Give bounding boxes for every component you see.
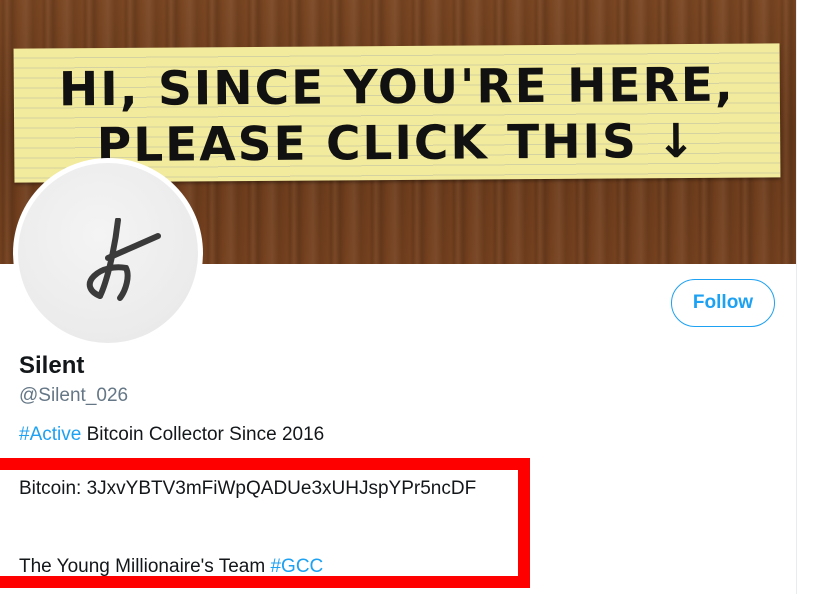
profile-page: HI, SINCE YOU'RE HERE, PLEASE CLICK THIS… bbox=[0, 0, 820, 594]
hashtag-active-link[interactable]: #Active bbox=[19, 424, 81, 445]
right-gutter bbox=[796, 0, 820, 594]
bio-line-3: The Young Millionaire's Team #GCC bbox=[19, 556, 323, 578]
follow-button[interactable]: Follow bbox=[671, 279, 775, 327]
bio-line-1-text: Bitcoin Collector Since 2016 bbox=[81, 424, 325, 445]
banner-text-line-1: HI, SINCE YOU'RE HERE, bbox=[58, 57, 735, 118]
bio-line-3-text: The Young Millionaire's Team bbox=[19, 556, 271, 577]
signature-glyph-icon bbox=[86, 218, 161, 301]
avatar-image bbox=[18, 163, 198, 343]
bio-bitcoin-address: Bitcoin: 3JxvYBTV3mFiWpQADUe3xUHJspYPr5n… bbox=[19, 478, 477, 499]
bio-line-1: #Active Bitcoin Collector Since 2016 bbox=[19, 424, 324, 446]
hashtag-gcc-link[interactable]: #GCC bbox=[270, 556, 323, 577]
avatar[interactable] bbox=[13, 158, 203, 348]
user-handle[interactable]: @Silent_026 bbox=[19, 385, 128, 407]
display-name: Silent bbox=[19, 352, 85, 379]
